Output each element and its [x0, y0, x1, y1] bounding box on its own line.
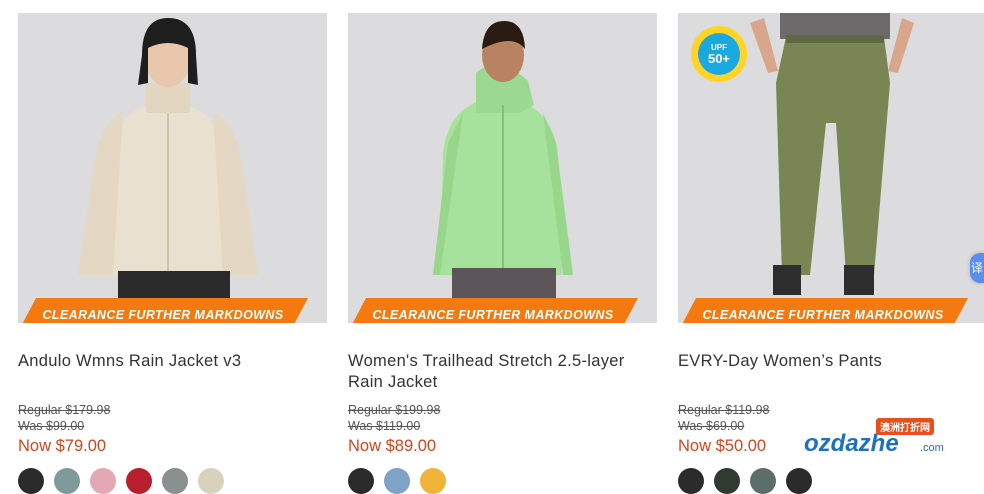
- color-swatch[interactable]: [420, 468, 446, 494]
- color-swatch[interactable]: [90, 468, 116, 494]
- watermark-logo: 澳洲打折网 ozdazhe .com: [800, 418, 970, 468]
- color-swatch[interactable]: [714, 468, 740, 494]
- product-card[interactable]: UPF 50+ CLEARANCE FURTHER MARKDOWNS EVRY…: [678, 13, 984, 457]
- color-swatch[interactable]: [126, 468, 152, 494]
- color-swatches: [348, 468, 446, 494]
- regular-price: Regular $179.98: [18, 403, 111, 417]
- product-image[interactable]: UPF 50+ CLEARANCE FURTHER MARKDOWNS: [678, 13, 984, 323]
- color-swatch[interactable]: [786, 468, 812, 494]
- upf-badge: UPF 50+: [691, 26, 747, 82]
- translate-tab[interactable]: 译: [970, 253, 984, 283]
- product-image[interactable]: CLEARANCE FURTHER MARKDOWNS: [348, 13, 657, 323]
- color-swatch[interactable]: [750, 468, 776, 494]
- product-image[interactable]: CLEARANCE FURTHER MARKDOWNS: [18, 13, 327, 323]
- now-price: Now $89.00: [348, 437, 437, 455]
- product-card[interactable]: CLEARANCE FURTHER MARKDOWNS Women's Trai…: [348, 13, 657, 457]
- price-block: Regular $199.98 Was $119.00 Now $89.00: [348, 402, 657, 457]
- jacket-photo: [348, 13, 657, 323]
- color-swatches: [678, 468, 812, 494]
- product-title[interactable]: Andulo Wmns Rain Jacket v3: [18, 351, 327, 393]
- color-swatch[interactable]: [54, 468, 80, 494]
- regular-price: Regular $119.98: [678, 403, 770, 417]
- color-swatch[interactable]: [18, 468, 44, 494]
- color-swatches: [18, 468, 224, 494]
- upf-value: 50+: [707, 50, 731, 66]
- color-swatch[interactable]: [198, 468, 224, 494]
- watermark-suffix: .com: [920, 442, 944, 454]
- color-swatch[interactable]: [348, 468, 374, 494]
- color-swatch[interactable]: [384, 468, 410, 494]
- was-price: Was $119.00: [348, 419, 421, 433]
- regular-price: Regular $199.98: [348, 403, 441, 417]
- product-card[interactable]: CLEARANCE FURTHER MARKDOWNS Andulo Wmns …: [18, 13, 327, 457]
- price-block: Regular $179.98 Was $99.00 Now $79.00: [18, 402, 327, 457]
- color-swatch[interactable]: [162, 468, 188, 494]
- clearance-badge: CLEARANCE FURTHER MARKDOWNS: [18, 298, 308, 323]
- was-price: Was $99.00: [18, 419, 85, 433]
- product-title[interactable]: EVRY-Day Women’s Pants: [678, 351, 984, 393]
- clearance-badge: CLEARANCE FURTHER MARKDOWNS: [348, 298, 638, 323]
- watermark-text: ozdazhe: [804, 430, 899, 457]
- clearance-badge: CLEARANCE FURTHER MARKDOWNS: [678, 298, 968, 323]
- jacket-photo: [18, 13, 327, 323]
- product-title[interactable]: Women's Trailhead Stretch 2.5-layer Rain…: [348, 351, 657, 393]
- now-price: Now $79.00: [18, 437, 107, 455]
- color-swatch[interactable]: [678, 468, 704, 494]
